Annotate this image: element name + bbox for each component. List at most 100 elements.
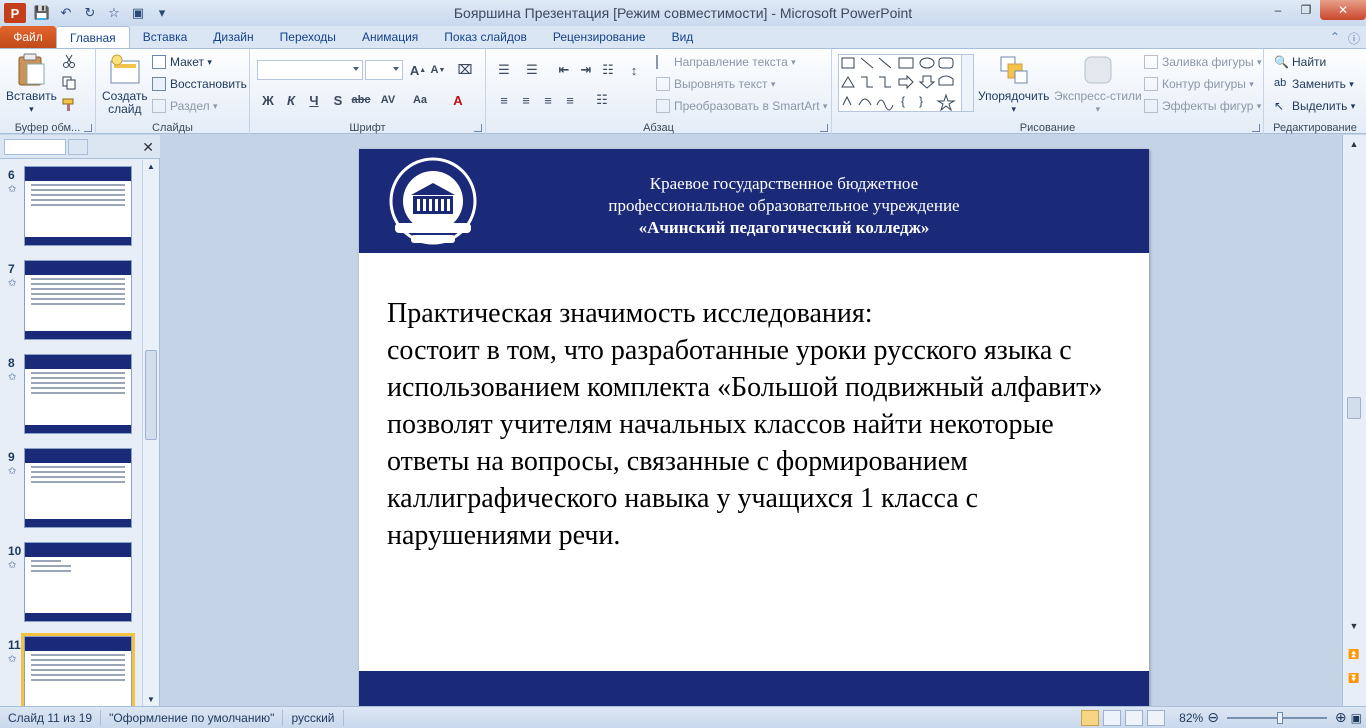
tab-review[interactable]: Рецензирование: [540, 26, 659, 48]
shape-outline-button[interactable]: Контур фигуры ▾: [1144, 74, 1254, 94]
zoom-level[interactable]: 82%: [1179, 711, 1203, 725]
help-icon[interactable]: ⓘ: [1348, 30, 1360, 47]
shrink-font-icon[interactable]: A ▼: [428, 60, 448, 80]
section-button[interactable]: Раздел ▾: [152, 96, 218, 116]
bold-icon[interactable]: Ж: [258, 90, 278, 110]
align-text-button[interactable]: Выровнять текст ▾: [656, 74, 775, 94]
font-size-combo[interactable]: [365, 60, 403, 80]
thumbnail-item[interactable]: 7 ✩: [0, 254, 142, 346]
close-icon[interactable]: ✕: [1320, 0, 1366, 20]
close-panel-icon[interactable]: ✕: [142, 139, 154, 156]
tab-transitions[interactable]: Переходы: [267, 26, 349, 48]
slide-thumbnail[interactable]: [24, 354, 132, 434]
slide-thumbnail[interactable]: [24, 448, 132, 528]
redo-icon[interactable]: ↻: [80, 4, 100, 22]
tab-insert[interactable]: Вставка: [130, 26, 201, 48]
line-spacing-icon[interactable]: ↕: [624, 60, 644, 80]
replace-button[interactable]: ab Заменить ▾: [1274, 74, 1354, 94]
font-launcher-icon[interactable]: [474, 124, 482, 132]
format-painter-icon[interactable]: [62, 98, 76, 112]
zoom-slider[interactable]: [1226, 711, 1327, 724]
thumbnail-item[interactable]: 8 ✩: [0, 348, 142, 440]
normal-view-icon[interactable]: [1081, 709, 1100, 726]
tab-view[interactable]: Вид: [659, 26, 707, 48]
change-case-icon[interactable]: Aa: [410, 90, 430, 110]
thumbnail-item-selected[interactable]: 11 ✩: [0, 630, 142, 706]
restore-icon[interactable]: ❐: [1292, 0, 1320, 20]
reset-button[interactable]: Восстановить: [152, 74, 247, 94]
new-slide-button[interactable]: Создать слайд: [102, 53, 148, 116]
select-button[interactable]: ↖ Выделить ▾: [1274, 96, 1355, 116]
shape-fill-button[interactable]: Заливка фигуры ▾: [1144, 52, 1262, 72]
convert-smartart-button[interactable]: Преобразовать в SmartArt ▾: [656, 96, 827, 116]
slide-thumbnail[interactable]: [21, 633, 135, 706]
tab-design[interactable]: Дизайн: [200, 26, 266, 48]
align-right-icon[interactable]: ≡: [538, 90, 558, 110]
slides-panel-scrollbar[interactable]: ▲ ▼: [142, 160, 159, 706]
find-button[interactable]: 🔍 Найти: [1274, 52, 1326, 72]
thumbnail-item[interactable]: 9 ✩: [0, 442, 142, 534]
tab-file[interactable]: Файл: [0, 26, 56, 48]
previous-slide-icon[interactable]: ⏫: [1347, 649, 1361, 663]
slide-thumbnail[interactable]: [24, 260, 132, 340]
scroll-down-icon[interactable]: ▼: [1347, 621, 1361, 635]
copy-icon[interactable]: [62, 76, 76, 90]
clipboard-launcher-icon[interactable]: [84, 124, 92, 132]
zoom-in-icon[interactable]: ⊕: [1335, 709, 1347, 726]
scroll-up-icon[interactable]: ▲: [1347, 139, 1361, 153]
tab-slideshow[interactable]: Показ слайдов: [431, 26, 540, 48]
save-icon[interactable]: 💾: [32, 4, 52, 22]
strikethrough-icon[interactable]: abc: [351, 90, 371, 110]
italic-icon[interactable]: К: [281, 90, 301, 110]
fit-slide-icon[interactable]: ▣: [1351, 711, 1362, 725]
slides-tab[interactable]: [4, 139, 66, 155]
star-icon[interactable]: ☆: [104, 4, 124, 22]
zoom-out-icon[interactable]: ⊖: [1207, 709, 1219, 726]
arrange-button[interactable]: Упорядочить ▾: [978, 53, 1049, 116]
thumbnail-item[interactable]: 10 ✩: [0, 536, 142, 628]
theme-name[interactable]: "Оформление по умолчанию": [101, 709, 284, 726]
numbering-icon[interactable]: ☰: [522, 60, 542, 80]
text-columns-icon[interactable]: ☷: [592, 90, 612, 110]
ribbon-minimize-icon[interactable]: ⌃: [1330, 30, 1340, 47]
clear-format-icon[interactable]: ⌧: [455, 60, 475, 80]
slide-sorter-icon[interactable]: [1103, 709, 1122, 726]
font-name-combo[interactable]: [257, 60, 363, 80]
thumbnail-item[interactable]: 6 ✩: [0, 160, 142, 252]
columns-icon[interactable]: ☷: [598, 60, 618, 80]
font-color-icon[interactable]: A: [448, 90, 468, 110]
bullets-icon[interactable]: ☰: [494, 60, 514, 80]
layout-button[interactable]: Макет ▾: [152, 52, 212, 72]
drawing-launcher-icon[interactable]: [1252, 124, 1260, 132]
editor-scrollbar[interactable]: ▲ ▼ ⏫ ⏬: [1342, 135, 1366, 706]
slide-text-box[interactable]: Практическая значимость исследования: со…: [387, 295, 1107, 554]
powerpoint-app-icon[interactable]: P: [4, 3, 26, 23]
minimize-icon[interactable]: –: [1264, 0, 1292, 20]
scrollbar-thumb[interactable]: [145, 350, 157, 440]
shape-effects-button[interactable]: Эффекты фигур ▾: [1144, 96, 1261, 116]
scroll-down-icon[interactable]: ▼: [147, 695, 155, 704]
gallery-scrollbar[interactable]: [961, 55, 973, 111]
align-left-icon[interactable]: ≡: [494, 90, 514, 110]
align-center-icon[interactable]: ≡: [516, 90, 536, 110]
paste-button[interactable]: Вставить ▾: [6, 53, 57, 116]
spacing-icon[interactable]: AV: [378, 90, 398, 110]
tab-animation[interactable]: Анимация: [349, 26, 431, 48]
grow-font-icon[interactable]: A ▲: [408, 60, 428, 80]
cut-icon[interactable]: [62, 54, 76, 68]
shapes-gallery[interactable]: { }: [838, 54, 974, 112]
undo-icon[interactable]: ↶: [56, 4, 76, 22]
text-direction-button[interactable]: Направление текста ▾: [656, 52, 796, 72]
slide-thumbnail[interactable]: [24, 542, 132, 622]
slide-thumbnail[interactable]: [24, 166, 132, 246]
scrollbar-thumb[interactable]: [1347, 397, 1361, 419]
customize-qat-icon[interactable]: ▾: [152, 4, 172, 22]
next-slide-icon[interactable]: ⏬: [1347, 673, 1361, 687]
tab-home[interactable]: Главная: [56, 26, 130, 48]
decrease-indent-icon[interactable]: ⇤: [554, 60, 574, 80]
justify-icon[interactable]: ≡: [560, 90, 580, 110]
scroll-up-icon[interactable]: ▲: [147, 162, 155, 171]
reading-view-icon[interactable]: [1125, 709, 1144, 726]
shadow-icon[interactable]: S: [328, 90, 348, 110]
layout-icon[interactable]: ▣: [128, 4, 148, 22]
